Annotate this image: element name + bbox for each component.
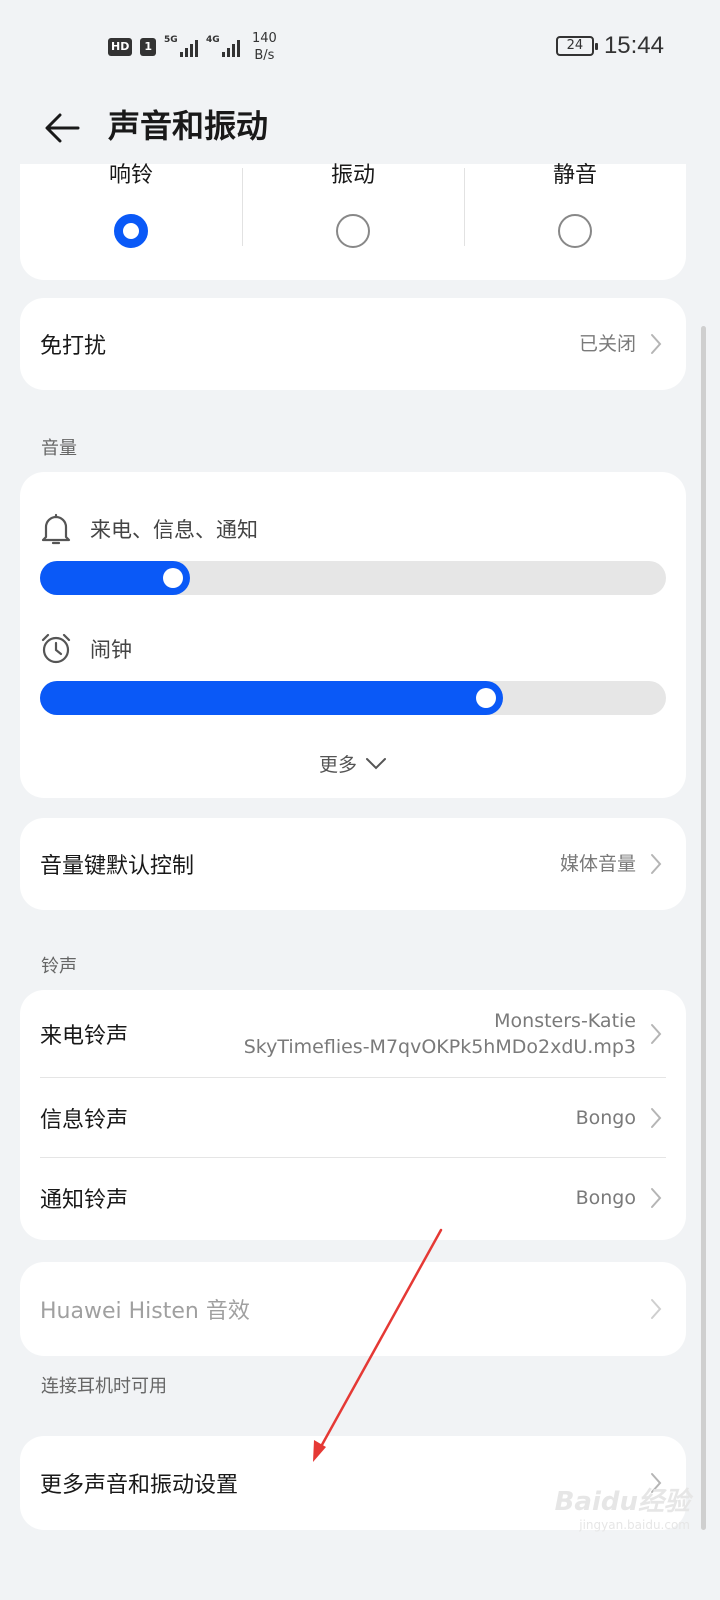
- baidu-watermark: Baidu经验 jingyan.baidu.com: [554, 1487, 690, 1532]
- status-right: 24 15:44: [555, 32, 664, 60]
- mode-silent[interactable]: 静音: [464, 163, 686, 280]
- status-bar: HD 1 5G 4G 140 B/s 24 15:44: [0, 0, 720, 92]
- chevron-right-icon: [646, 329, 666, 359]
- radio-unselected-icon[interactable]: [336, 214, 370, 248]
- alarm-clock-icon: [41, 633, 71, 664]
- dnd-value: 已关闭: [578, 333, 636, 355]
- dnd-label: 免打扰: [40, 334, 107, 359]
- mode-vibrate[interactable]: 振动: [242, 163, 464, 280]
- volume-key-row[interactable]: 音量键默认控制 媒体音量: [20, 818, 686, 910]
- signal-5g-icon: 5G: [164, 35, 198, 57]
- title-bar: 声音和振动: [0, 92, 720, 164]
- message-ringtone-value: Bongo: [575, 1107, 636, 1129]
- more-settings-label: 更多声音和振动设置: [40, 1473, 239, 1498]
- hd-badge: HD: [108, 38, 133, 56]
- message-ringtone-label: 信息铃声: [40, 1108, 129, 1133]
- chevron-right-icon: [646, 1103, 666, 1133]
- back-arrow-icon: [45, 113, 80, 143]
- call-ringtone-label: 来电铃声: [40, 1024, 129, 1049]
- sim-badge: 1: [140, 38, 156, 56]
- battery-icon: 24: [555, 36, 598, 56]
- volume-section-title: 音量: [41, 438, 77, 459]
- signal-4g-icon: 4G: [206, 35, 240, 57]
- alarm-volume-knob[interactable]: [476, 688, 496, 708]
- alarm-volume-fill: [40, 681, 503, 715]
- notification-ringtone-value: Bongo: [575, 1187, 636, 1209]
- chevron-right-icon: [646, 1183, 666, 1213]
- ring-volume-label: 来电、信息、通知: [90, 518, 258, 542]
- radio-selected-icon[interactable]: [114, 214, 148, 248]
- page-title: 声音和振动: [108, 107, 269, 145]
- status-left: HD 1 5G 4G 140 B/s: [108, 30, 277, 64]
- ringtones-card: 来电铃声 Monsters-Katie SkyTimeflies-M7qvOKP…: [20, 990, 686, 1240]
- network-speed: 140 B/s: [252, 31, 277, 63]
- chevron-right-icon: [646, 1019, 666, 1049]
- message-ringtone-row[interactable]: 信息铃声 Bongo: [20, 1078, 686, 1158]
- volume-key-value: 媒体音量: [559, 853, 636, 875]
- volume-key-card: 音量键默认控制 媒体音量: [20, 818, 686, 910]
- call-ringtone-row[interactable]: 来电铃声 Monsters-Katie SkyTimeflies-M7qvOKP…: [20, 990, 686, 1078]
- notification-ringtone-row[interactable]: 通知铃声 Bongo: [20, 1158, 686, 1238]
- alarm-volume-label: 闹钟: [90, 638, 132, 662]
- histen-note: 连接耳机时可用: [41, 1376, 167, 1397]
- mode-label: 振动: [330, 163, 375, 188]
- dnd-card: 免打扰 已关闭: [20, 298, 686, 390]
- ring-volume-knob[interactable]: [163, 568, 183, 588]
- ringtone-section-title: 铃声: [41, 956, 77, 977]
- ring-volume-header: 来电、信息、通知: [40, 512, 258, 546]
- histen-card: Huawei Histen 音效: [20, 1262, 686, 1356]
- chevron-right-icon: [646, 1294, 666, 1324]
- more-label: 更多: [318, 754, 357, 776]
- mode-label: 静音: [552, 163, 597, 188]
- histen-row: Huawei Histen 音效: [20, 1262, 686, 1356]
- alarm-volume-header: 闹钟: [40, 632, 132, 666]
- dnd-row[interactable]: 免打扰 已关闭: [20, 298, 686, 390]
- mode-label: 响铃: [108, 163, 153, 188]
- notification-ringtone-label: 通知铃声: [40, 1188, 129, 1213]
- sound-mode-card: 响铃 振动 静音: [20, 163, 686, 280]
- ring-volume-slider[interactable]: [40, 561, 666, 595]
- scrollbar[interactable]: [701, 326, 706, 1530]
- volume-key-label: 音量键默认控制: [40, 854, 195, 879]
- bell-icon: [41, 513, 71, 545]
- volume-card: 来电、信息、通知 闹钟 更多: [20, 472, 686, 798]
- chevron-down-icon: [366, 757, 386, 769]
- radio-unselected-icon[interactable]: [558, 214, 592, 248]
- histen-label: Huawei Histen 音效: [40, 1299, 250, 1324]
- chevron-right-icon: [646, 849, 666, 879]
- mode-ring[interactable]: 响铃: [20, 163, 242, 280]
- clock: 15:44: [603, 32, 664, 59]
- more-volume-button[interactable]: 更多: [20, 750, 686, 777]
- back-button[interactable]: [38, 104, 86, 152]
- call-ringtone-value: Monsters-Katie SkyTimeflies-M7qvOKPk5hMD…: [243, 1010, 636, 1058]
- alarm-volume-slider[interactable]: [40, 681, 666, 715]
